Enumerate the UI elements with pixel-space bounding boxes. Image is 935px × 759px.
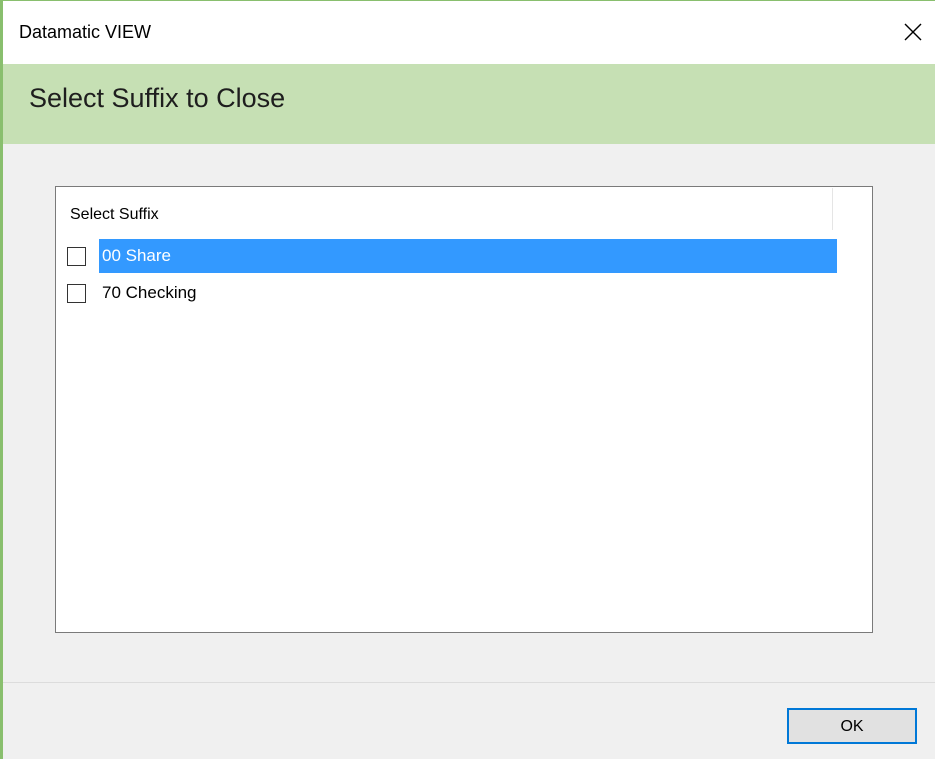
window-title: Datamatic VIEW bbox=[19, 22, 152, 42]
suffix-checkbox[interactable] bbox=[67, 284, 86, 303]
ok-button[interactable]: OK bbox=[787, 708, 917, 744]
list-item-label[interactable]: 00 Share bbox=[99, 239, 837, 273]
header-band: Select Suffix to Close bbox=[3, 64, 935, 144]
suffix-listbox[interactable]: Select Suffix 00 Share 70 Checking bbox=[55, 186, 873, 633]
list-item[interactable]: 70 Checking bbox=[57, 276, 837, 310]
list-item-label[interactable]: 70 Checking bbox=[99, 276, 197, 310]
column-header-label: Select Suffix bbox=[70, 206, 159, 223]
footer-divider bbox=[3, 682, 935, 683]
title-bar[interactable]: Datamatic VIEW bbox=[3, 1, 935, 64]
close-button[interactable] bbox=[891, 12, 935, 52]
close-icon bbox=[904, 23, 922, 41]
list-item[interactable]: 00 Share bbox=[57, 239, 837, 273]
suffix-checkbox[interactable] bbox=[67, 247, 86, 266]
dialog-window: Datamatic VIEW Select Suffix to Close Se… bbox=[0, 0, 935, 759]
list-column-header[interactable]: Select Suffix bbox=[57, 188, 833, 230]
page-title: Select Suffix to Close bbox=[29, 83, 286, 113]
